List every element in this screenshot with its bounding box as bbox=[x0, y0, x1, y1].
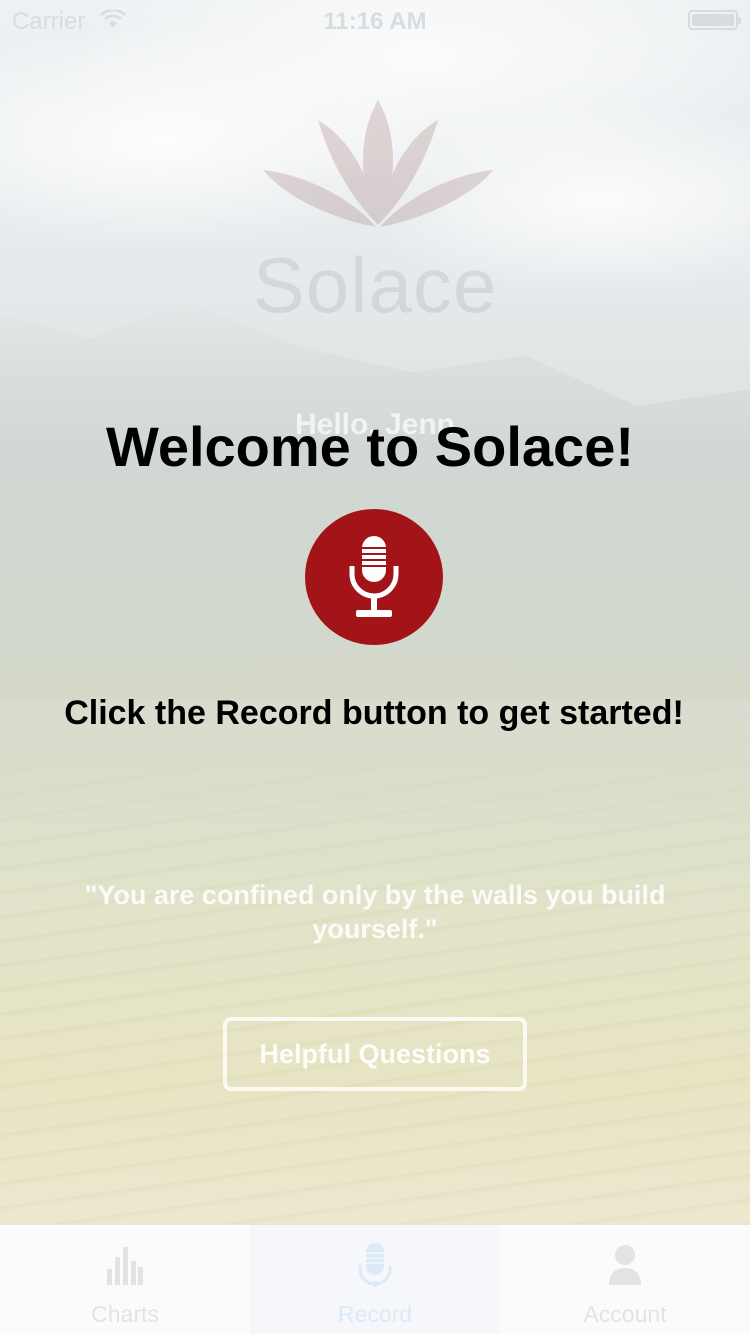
tab-label: Account bbox=[583, 1301, 667, 1327]
status-time: 11:16 AM bbox=[323, 8, 427, 35]
user-icon bbox=[609, 1245, 641, 1285]
microphone-icon bbox=[349, 536, 399, 617]
tab-label: Charts bbox=[91, 1301, 159, 1327]
tab-bar: Charts Record Account bbox=[0, 1224, 750, 1334]
tab-record[interactable]: Record bbox=[250, 1225, 500, 1334]
lotus-logo-icon bbox=[263, 100, 493, 227]
quote-text: "You are confined only by the walls you … bbox=[84, 880, 666, 944]
tab-account[interactable]: Account bbox=[500, 1225, 750, 1334]
record-button[interactable] bbox=[305, 509, 443, 645]
status-bar: Carrier 11:16 AM bbox=[0, 0, 750, 40]
tab-charts[interactable]: Charts bbox=[0, 1225, 250, 1334]
logo-text: Solace bbox=[252, 241, 498, 329]
battery-icon bbox=[688, 10, 741, 30]
bar-chart-icon bbox=[107, 1247, 143, 1285]
tab-label: Record bbox=[337, 1301, 413, 1327]
microphone-icon bbox=[358, 1243, 392, 1287]
helpful-questions-button[interactable]: Helpful Questions bbox=[223, 1017, 527, 1091]
welcome-title: Welcome to Solace! bbox=[105, 415, 634, 478]
instruction-text: Click the Record button to get started! bbox=[64, 694, 684, 732]
